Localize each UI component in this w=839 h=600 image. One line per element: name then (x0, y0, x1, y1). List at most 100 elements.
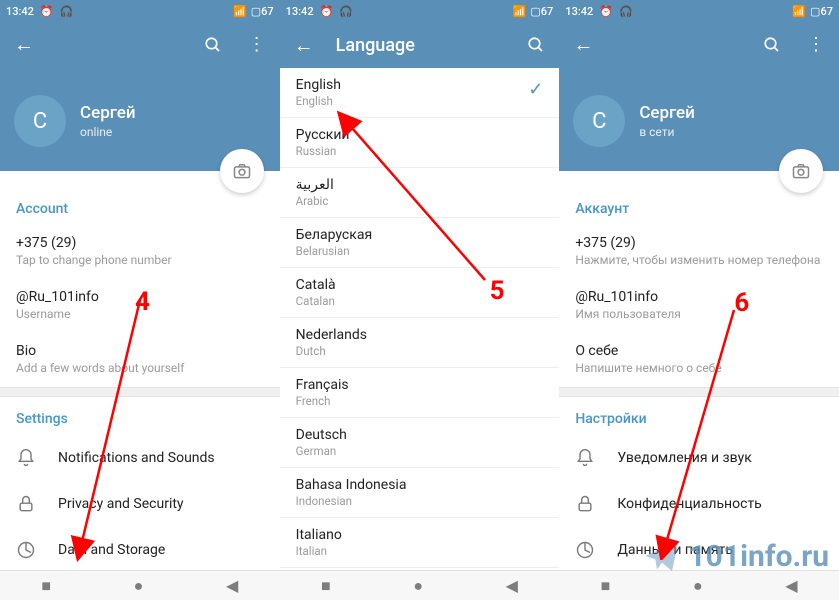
language-name: العربية (296, 177, 334, 193)
setting-row-lock[interactable]: Конфиденциальность (559, 481, 839, 527)
signal-icon: 📶 (792, 5, 806, 18)
nav-home-icon[interactable]: ● (134, 576, 144, 596)
back-arrow-icon[interactable]: ← (573, 32, 593, 57)
bio-row[interactable]: Bio Add a few words about yourself (0, 333, 280, 387)
bell-icon (16, 448, 36, 468)
alarm-icon: ⏰ (40, 5, 54, 18)
nav-back-icon[interactable]: ◀ (506, 576, 518, 595)
section-settings-label: Settings (0, 397, 280, 435)
panel-settings-en: 13:42 ⏰ 🎧 📶 ▢67 ← ⋮ С Сергей online (0, 0, 280, 600)
nav-back-icon[interactable]: ◀ (226, 576, 238, 595)
status-bar: 13:42 ⏰ 🎧 📶 ▢67 (280, 0, 560, 22)
language-name: Nederlands (296, 327, 367, 343)
language-name: Català (296, 277, 336, 293)
panel-settings-ru: 13:42 ⏰ 🎧 📶 ▢67 ← ⋮ С Сергей в сети (559, 0, 839, 600)
headphones-icon: 🎧 (339, 5, 353, 18)
nav-bar: ■ ● ◀ (0, 570, 280, 600)
phone-row[interactable]: +375 (29) Tap to change phone number (0, 225, 280, 279)
status-time: 13:42 (6, 5, 34, 18)
nav-home-icon[interactable]: ● (413, 576, 423, 596)
language-row[interactable]: Bahasa IndonesiaIndonesian (280, 468, 560, 518)
language-row[interactable]: NederlandsDutch (280, 318, 560, 368)
watermark: 101info.ru (642, 536, 829, 576)
language-name: Bahasa Indonesia (296, 477, 407, 493)
status-bar: 13:42 ⏰ 🎧 📶 ▢67 (0, 0, 280, 22)
language-subtitle: English (296, 94, 341, 108)
content: Account +375 (29) Tap to change phone nu… (0, 171, 280, 570)
setting-row-data[interactable]: Data and Storage (0, 527, 280, 570)
profile-name: Сергей (639, 103, 695, 123)
check-icon: ✓ (528, 79, 543, 100)
nav-recent-icon[interactable]: ■ (41, 576, 51, 596)
username-row[interactable]: @Ru_101info Имя пользователя (559, 279, 839, 333)
setting-row-bell[interactable]: Notifications and Sounds (0, 435, 280, 481)
language-row[interactable]: РусскийRussian (280, 118, 560, 168)
avatar[interactable]: С (573, 95, 625, 147)
nav-home-icon[interactable]: ● (693, 576, 703, 596)
setting-label: Уведомления и звук (617, 450, 751, 466)
nav-back-icon[interactable]: ◀ (785, 576, 797, 595)
signal-icon: 📶 (233, 5, 247, 18)
bio-row[interactable]: О себе Напишите немного о себе (559, 333, 839, 387)
language-subtitle: Indonesian (296, 494, 407, 508)
content: Аккаунт +375 (29) Нажмите, чтобы изменит… (559, 171, 839, 570)
headphones-icon: 🎧 (619, 5, 633, 18)
profile-name: Сергей (80, 103, 136, 123)
nav-bar: ■ ● ◀ (280, 570, 560, 600)
language-subtitle: French (296, 394, 349, 408)
lock-icon (16, 494, 36, 514)
language-row[interactable]: DeutschGerman (280, 418, 560, 468)
setting-row-bell[interactable]: Уведомления и звук (559, 435, 839, 481)
language-row[interactable]: CatalàCatalan (280, 268, 560, 318)
data-icon (575, 540, 595, 560)
nav-recent-icon[interactable]: ■ (601, 576, 611, 596)
language-header: ← Language (280, 22, 560, 68)
language-row[interactable]: العربيةArabic (280, 168, 560, 218)
headphones-icon: 🎧 (60, 5, 74, 18)
lock-icon (575, 494, 595, 514)
nav-recent-icon[interactable]: ■ (321, 576, 331, 596)
search-icon[interactable] (527, 36, 545, 54)
language-subtitle: German (296, 444, 347, 458)
battery-icon: ▢67 (251, 5, 274, 18)
bell-icon (575, 448, 595, 468)
battery-icon: ▢67 (530, 5, 553, 18)
profile-header: ← ⋮ С Сергей в сети (559, 22, 839, 171)
more-icon[interactable]: ⋮ (248, 34, 266, 55)
language-subtitle: Catalan (296, 294, 336, 308)
setting-row-lock[interactable]: Privacy and Security (0, 481, 280, 527)
language-row[interactable]: БеларускаяBelarusian (280, 218, 560, 268)
status-time: 13:42 (565, 5, 593, 18)
language-subtitle: Italian (296, 544, 342, 558)
status-time: 13:42 (286, 5, 314, 18)
profile-header: ← ⋮ С Сергей online (0, 22, 280, 171)
language-name: Русский (296, 127, 350, 143)
telegram-icon (642, 536, 682, 576)
search-icon[interactable] (204, 36, 222, 54)
camera-button[interactable] (220, 149, 264, 193)
language-row[interactable]: EnglishEnglish ✓ (280, 68, 560, 118)
language-subtitle: Russian (296, 144, 350, 158)
language-name: Italiano (296, 527, 342, 543)
setting-label: Privacy and Security (58, 496, 184, 512)
back-arrow-icon[interactable]: ← (294, 33, 314, 58)
setting-label: Конфиденциальность (617, 496, 761, 512)
language-name: English (296, 77, 341, 93)
data-icon (16, 540, 36, 560)
language-subtitle: Arabic (296, 194, 334, 208)
more-icon[interactable]: ⋮ (807, 34, 825, 55)
language-row[interactable]: FrançaisFrench (280, 368, 560, 418)
panel-language-list: 13:42 ⏰ 🎧 📶 ▢67 ← Language EnglishEnglis… (280, 0, 560, 600)
phone-row[interactable]: +375 (29) Нажмите, чтобы изменить номер … (559, 225, 839, 279)
status-bar: 13:42 ⏰ 🎧 📶 ▢67 (559, 0, 839, 22)
search-icon[interactable] (763, 36, 781, 54)
camera-button[interactable] (779, 149, 823, 193)
alarm-icon: ⏰ (320, 5, 334, 18)
back-arrow-icon[interactable]: ← (14, 32, 34, 57)
alarm-icon: ⏰ (599, 5, 613, 18)
section-settings-label: Настройки (559, 397, 839, 435)
avatar[interactable]: С (14, 95, 66, 147)
step-number: 6 (734, 288, 749, 318)
language-row[interactable]: ItalianoItalian (280, 518, 560, 568)
header-title: Language (336, 35, 506, 56)
